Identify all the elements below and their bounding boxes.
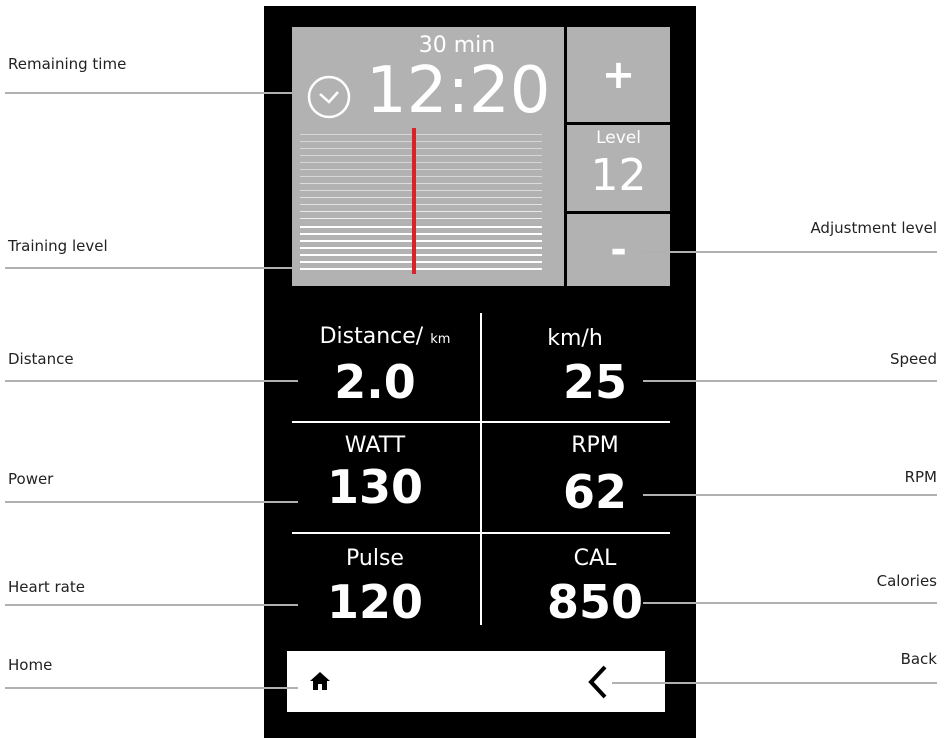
callout-line-heart-rate	[5, 604, 298, 606]
bottom-nav-bar	[287, 651, 665, 712]
level-line	[300, 211, 542, 212]
calories-label: CAL	[573, 546, 617, 571]
level-line	[300, 148, 542, 149]
metrics-divider-2	[292, 532, 670, 534]
plus-label: +	[601, 51, 636, 98]
distance-unit: km	[430, 332, 451, 347]
callout-line-home	[5, 687, 298, 689]
level-line	[300, 261, 542, 263]
level-line	[300, 218, 542, 219]
level-indicator-marker	[412, 128, 416, 274]
home-icon[interactable]	[309, 671, 331, 691]
level-line	[300, 162, 542, 163]
callout-line-power	[5, 501, 298, 503]
callout-adjustment-level: Adjustment level	[810, 219, 937, 237]
decrease-level-button[interactable]: -	[567, 214, 670, 286]
increase-level-button[interactable]: +	[567, 27, 670, 122]
callout-line-rpm	[643, 494, 937, 496]
callout-line-back	[612, 682, 937, 684]
callout-speed: Speed	[889, 350, 937, 368]
callout-calories: Calories	[876, 572, 937, 590]
power-label: WATT	[344, 433, 406, 458]
level-line	[300, 204, 542, 205]
level-line	[300, 254, 542, 256]
callout-line-remaining-time	[5, 92, 297, 94]
metrics-divider-1	[292, 421, 670, 423]
level-value: 12	[590, 150, 647, 201]
level-line	[300, 169, 542, 170]
distance-value: 2.0	[334, 355, 416, 409]
pulse-value: 120	[326, 575, 424, 629]
speed-value: 25	[562, 355, 627, 409]
clock-icon	[307, 75, 351, 119]
callout-line-distance	[5, 380, 298, 382]
level-line	[300, 197, 542, 198]
callout-heart-rate: Heart rate	[8, 578, 85, 596]
chevron-left-icon[interactable]	[588, 665, 608, 699]
speed-label: km/h	[547, 326, 603, 351]
callout-line-speed	[643, 380, 937, 382]
level-line	[300, 176, 542, 177]
level-line	[300, 226, 542, 228]
level-line	[300, 247, 542, 249]
callout-training-level: Training level	[8, 237, 108, 255]
callout-remaining-time: Remaining time	[8, 55, 127, 73]
rpm-value: 62	[562, 465, 627, 519]
distance-label: Distance/ km	[319, 324, 451, 349]
level-label: Level	[596, 128, 641, 148]
power-value: 130	[326, 460, 424, 514]
level-line	[300, 155, 542, 156]
level-line	[300, 268, 542, 270]
callout-rpm: RPM	[904, 468, 937, 486]
level-line	[300, 183, 542, 184]
callout-back: Back	[900, 650, 937, 668]
level-line	[300, 233, 542, 235]
callout-line-calories	[643, 602, 937, 604]
callout-distance: Distance	[8, 350, 74, 368]
level-line	[300, 190, 542, 191]
level-line	[300, 134, 542, 135]
callout-power: Power	[8, 470, 54, 488]
minus-label: -	[610, 227, 627, 273]
callout-line-adjustment-level	[643, 251, 937, 253]
remaining-time-display: 12:20	[366, 54, 551, 128]
pulse-label: Pulse	[346, 546, 404, 571]
level-line	[300, 240, 542, 242]
callout-line-training-level	[5, 267, 300, 269]
rpm-label: RPM	[571, 433, 619, 458]
callout-home: Home	[8, 656, 53, 674]
level-line	[300, 141, 542, 142]
